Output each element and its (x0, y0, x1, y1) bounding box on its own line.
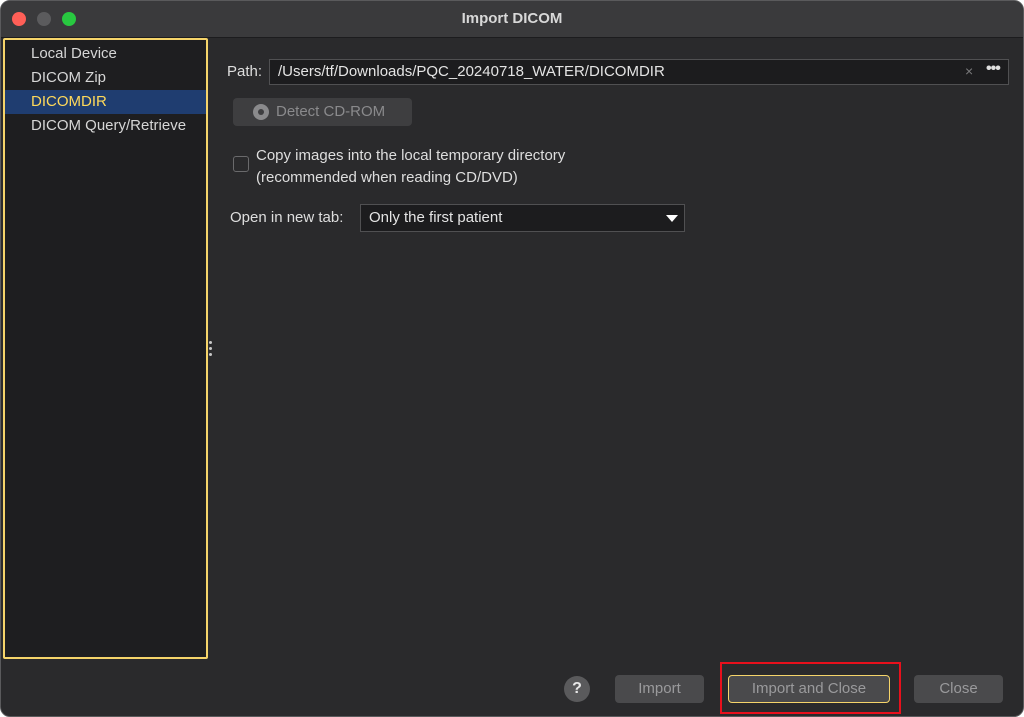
source-sidebar: Local Device DICOM Zip DICOMDIR DICOM Qu… (3, 38, 208, 659)
copy-images-label: Copy images into the local temporary dir… (256, 147, 566, 164)
path-input[interactable]: /Users/tf/Downloads/PQC_20240718_WATER/D… (269, 59, 1009, 85)
annotation-highlight-box (720, 662, 901, 714)
clear-icon[interactable]: × (965, 63, 973, 79)
open-in-new-tab-label: Open in new tab: (230, 209, 344, 226)
import-dicom-window: Import DICOM Local Device DICOM Zip DICO… (0, 0, 1024, 717)
path-label: Path: (227, 63, 263, 80)
copy-images-sublabel: (recommended when reading CD/DVD) (256, 169, 518, 186)
cd-icon (253, 104, 269, 120)
sidebar-item-dicom-query-retrieve[interactable]: DICOM Query/Retrieve (5, 114, 206, 138)
title-bar: Import DICOM (1, 1, 1023, 38)
detect-cd-rom-label: Detect CD-ROM (276, 103, 386, 120)
import-button[interactable]: Import (615, 675, 704, 703)
copy-images-checkbox[interactable] (233, 156, 249, 172)
window-title: Import DICOM (461, 10, 563, 27)
splitter-handle[interactable] (209, 341, 213, 359)
detect-cd-rom-button[interactable]: Detect CD-ROM (233, 98, 412, 126)
sidebar-item-dicomdir[interactable]: DICOMDIR (5, 90, 206, 114)
sidebar-item-local-device[interactable]: Local Device (5, 42, 206, 66)
chevron-down-icon (658, 205, 684, 231)
more-options-icon[interactable]: ••• (986, 60, 1001, 78)
sidebar-item-dicom-zip[interactable]: DICOM Zip (5, 66, 206, 90)
open-in-new-tab-select[interactable]: Only the first patient (360, 204, 685, 232)
close-button[interactable]: Close (914, 675, 1003, 703)
open-in-new-tab-value: Only the first patient (369, 209, 503, 226)
help-button[interactable]: ? (564, 676, 590, 702)
